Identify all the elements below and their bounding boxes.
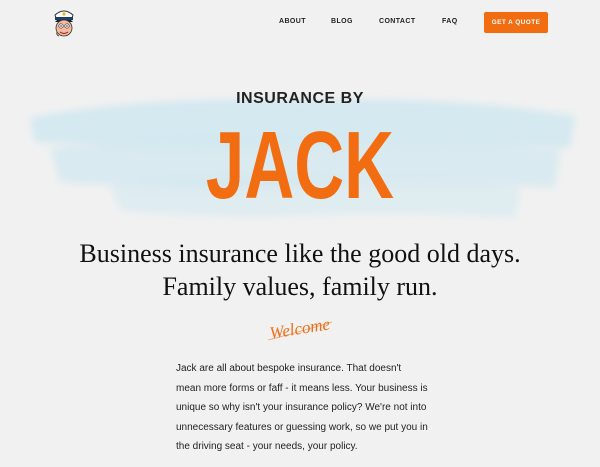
nav-faq[interactable]: FAQ <box>442 18 458 25</box>
headline-line-2: Family values, family run. <box>162 272 438 301</box>
captain-jack-avatar-icon[interactable] <box>51 7 77 37</box>
nav-contact[interactable]: CONTACT <box>379 18 416 25</box>
svg-text:JACK: JACK <box>206 111 394 210</box>
brand-logo-jack: JACK <box>206 111 394 210</box>
get-a-quote-button[interactable]: GET A QUOTE <box>484 12 548 33</box>
svg-text:Welcome: Welcome <box>268 314 331 342</box>
headline-line-1: Business insurance like the good old day… <box>79 239 521 268</box>
nav-blog[interactable]: BLOG <box>331 18 353 25</box>
nav-about[interactable]: ABOUT <box>279 18 306 25</box>
hero-headline: Business insurance like the good old day… <box>0 237 600 303</box>
site-header: ABOUT BLOG CONTACT FAQ GET A QUOTE <box>0 0 600 48</box>
intro-paragraph: Jack are all about bespoke insurance. Th… <box>176 363 428 453</box>
welcome-script: Welcome <box>267 314 333 343</box>
